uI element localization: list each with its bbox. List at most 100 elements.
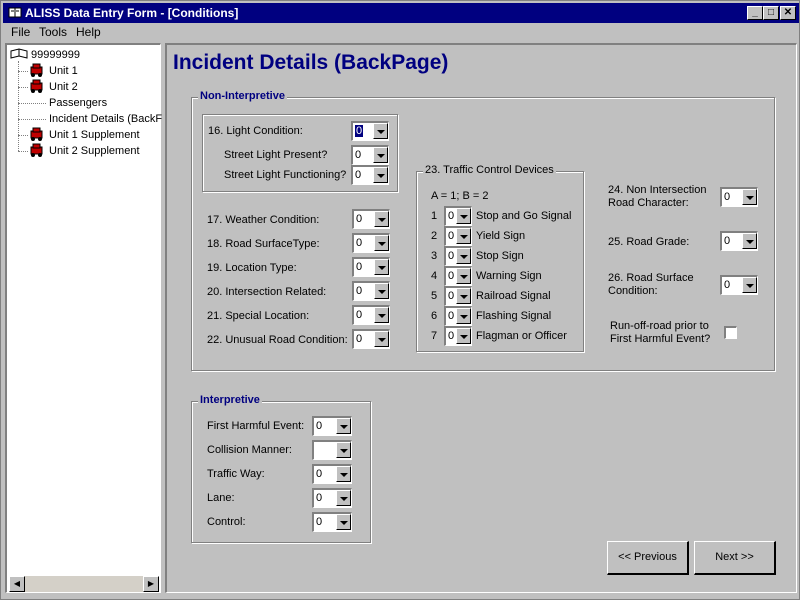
tree-item-passengers[interactable]: Passengers — [49, 97, 107, 109]
chevron-down-icon[interactable] — [374, 307, 389, 323]
menu-tools[interactable]: Tools — [39, 25, 67, 39]
horizontal-scrollbar[interactable]: ◀ ▶ — [9, 576, 159, 592]
previous-button[interactable]: << Previous — [607, 541, 689, 575]
road-surface-type-select[interactable]: 0 — [352, 233, 390, 253]
stop-sign-select[interactable]: 0 — [444, 246, 472, 266]
non-intersection-road-character-select[interactable]: 0 — [720, 187, 758, 207]
run-off-road-checkbox[interactable] — [724, 326, 737, 339]
chevron-down-icon[interactable] — [336, 418, 351, 434]
chevron-down-icon[interactable] — [373, 167, 388, 183]
unusual-road-condition-select[interactable]: 0 — [352, 329, 390, 349]
chevron-down-icon[interactable] — [742, 277, 757, 293]
scroll-right-icon[interactable]: ▶ — [143, 576, 159, 592]
car-icon — [30, 63, 43, 77]
weather-condition-select[interactable]: 0 — [352, 209, 390, 229]
light-condition-label: 16. Light Condition: — [208, 125, 303, 137]
field-label: Collision Manner: — [207, 444, 292, 456]
chevron-down-icon[interactable] — [456, 288, 471, 304]
chevron-down-icon[interactable] — [456, 248, 471, 264]
chevron-down-icon[interactable] — [336, 490, 351, 506]
navigation-tree: 99999999 Unit 1 Unit 2 Passengers Incide… — [5, 43, 162, 593]
control-select[interactable]: 0 — [312, 512, 352, 532]
chevron-down-icon[interactable] — [374, 331, 389, 347]
intersection-related-select[interactable]: 0 — [352, 281, 390, 301]
road-surface-condition-label-line2: Condition: — [608, 285, 658, 297]
chevron-down-icon[interactable] — [374, 259, 389, 275]
app-window: ALISS Data Entry Form - [Conditions] _ □… — [0, 0, 800, 600]
non-interpretive-group: Non-Interpretive 16. Light Condition: 0 … — [191, 90, 775, 371]
chevron-down-icon[interactable] — [373, 123, 388, 139]
road-grade-select[interactable]: 0 — [720, 231, 758, 251]
tree-root[interactable]: 99999999 — [31, 49, 80, 61]
tree-item-unit-2-supplement[interactable]: Unit 2 Supplement — [49, 145, 140, 157]
field-label: 21. Special Location: — [207, 310, 310, 322]
next-button[interactable]: Next >> — [694, 541, 776, 575]
railroad-signal-select[interactable]: 0 — [444, 286, 472, 306]
warning-sign-select[interactable]: 0 — [444, 266, 472, 286]
location-type-select[interactable]: 0 — [352, 257, 390, 277]
traffic-control-label: 23. Traffic Control Devices — [423, 164, 556, 176]
stop-and-go-signal-select[interactable]: 0 — [444, 206, 472, 226]
menu-bar: File Tools Help — [3, 23, 799, 42]
chevron-down-icon[interactable] — [456, 308, 471, 324]
tree-connector — [18, 103, 46, 104]
chevron-down-icon[interactable] — [336, 442, 351, 458]
field-label: 19. Location Type: — [207, 262, 297, 274]
tree-item-unit-1[interactable]: Unit 1 — [49, 65, 78, 77]
street-light-functioning-label: Street Light Functioning? — [224, 169, 347, 181]
road-surface-condition-label-line1: 26. Road Surface — [608, 272, 694, 284]
select-value: 0 — [356, 261, 363, 273]
tree-item-incident-details[interactable]: Incident Details (BackF — [49, 113, 162, 125]
road-surface-condition-select[interactable]: 0 — [720, 275, 758, 295]
traffic-control-devices-box: 23. Traffic Control Devices A = 1; B = 2… — [416, 164, 584, 352]
device-number: 3 — [431, 250, 438, 262]
lane-select[interactable]: 0 — [312, 488, 352, 508]
chevron-down-icon[interactable] — [742, 233, 757, 249]
chevron-down-icon[interactable] — [374, 211, 389, 227]
chevron-down-icon[interactable] — [374, 283, 389, 299]
chevron-down-icon[interactable] — [456, 208, 471, 224]
field-label: 17. Weather Condition: — [207, 214, 320, 226]
select-value: 0 — [448, 230, 455, 242]
menu-file[interactable]: File — [11, 25, 30, 39]
non-intersection-label-line1: 24. Non Intersection — [608, 184, 707, 196]
chevron-down-icon[interactable] — [742, 189, 757, 205]
close-button[interactable]: ✕ — [780, 6, 796, 20]
chevron-down-icon[interactable] — [336, 514, 351, 530]
flashing-signal-select[interactable]: 0 — [444, 306, 472, 326]
select-value: 0 — [316, 420, 323, 432]
first-harmful-event-select[interactable]: 0 — [312, 416, 352, 436]
chevron-down-icon[interactable] — [456, 228, 471, 244]
traffic-way-select[interactable]: 0 — [312, 464, 352, 484]
non-intersection-label-line2: Road Character: — [608, 197, 689, 209]
scroll-left-icon[interactable]: ◀ — [9, 576, 25, 592]
select-value: 0 — [356, 285, 363, 297]
street-light-present-label: Street Light Present? — [224, 149, 328, 161]
menu-help[interactable]: Help — [76, 25, 101, 39]
flagman-or-officer-select[interactable]: 0 — [444, 326, 472, 346]
chevron-down-icon[interactable] — [456, 268, 471, 284]
select-value: 0 — [448, 250, 455, 262]
chevron-down-icon[interactable] — [336, 466, 351, 482]
tree-connector — [18, 119, 46, 120]
chevron-down-icon[interactable] — [456, 328, 471, 344]
chevron-down-icon[interactable] — [374, 235, 389, 251]
tree-item-unit-1-supplement[interactable]: Unit 1 Supplement — [49, 129, 140, 141]
tree-connector — [18, 61, 19, 151]
chevron-down-icon[interactable] — [373, 147, 388, 163]
run-off-road-label-line2: First Harmful Event? — [610, 333, 711, 345]
special-location-select[interactable]: 0 — [352, 305, 390, 325]
tree-item-unit-2[interactable]: Unit 2 — [49, 81, 78, 93]
maximize-button[interactable]: □ — [763, 6, 779, 20]
road-grade-label: 25. Road Grade: — [608, 236, 690, 248]
select-value: 0 — [724, 279, 731, 291]
light-condition-select[interactable]: 0 — [351, 121, 389, 141]
minimize-button[interactable]: _ — [747, 6, 763, 20]
device-label: Stop Sign — [476, 250, 524, 262]
street-light-present-select[interactable]: 0 — [351, 145, 389, 165]
collision-manner-select[interactable] — [312, 440, 352, 460]
title-bar: ALISS Data Entry Form - [Conditions] _ □… — [3, 3, 799, 23]
street-light-functioning-select[interactable]: 0 — [351, 165, 389, 185]
interpretive-group: Interpretive First Harmful Event: 0 Coll… — [191, 394, 371, 543]
yield-sign-select[interactable]: 0 — [444, 226, 472, 246]
